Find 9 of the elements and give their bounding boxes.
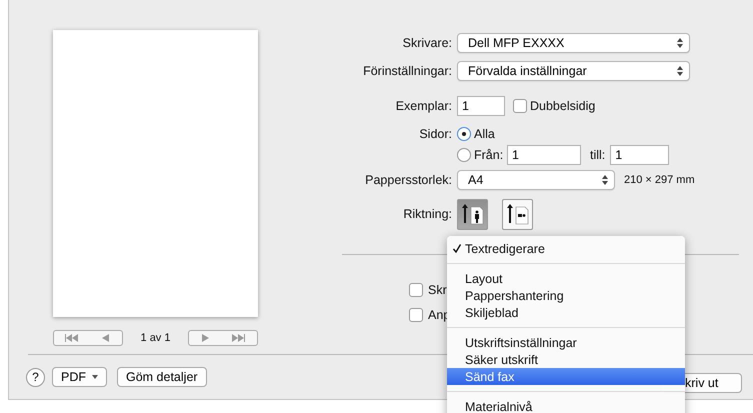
field-label: Skrivare: [402,36,452,50]
field-label: Förinställningar: [362,64,452,78]
field-label: till: [590,148,606,162]
field-label: Sidor: [418,127,452,141]
page-counter: 1 av 1 [140,332,170,344]
field-label: Pappersstorlek: [364,173,452,187]
field-label: Exemplar: [394,99,452,113]
field-label: Riktning: [402,207,452,221]
paper-dimensions: 210 × 297 mm [624,174,695,186]
